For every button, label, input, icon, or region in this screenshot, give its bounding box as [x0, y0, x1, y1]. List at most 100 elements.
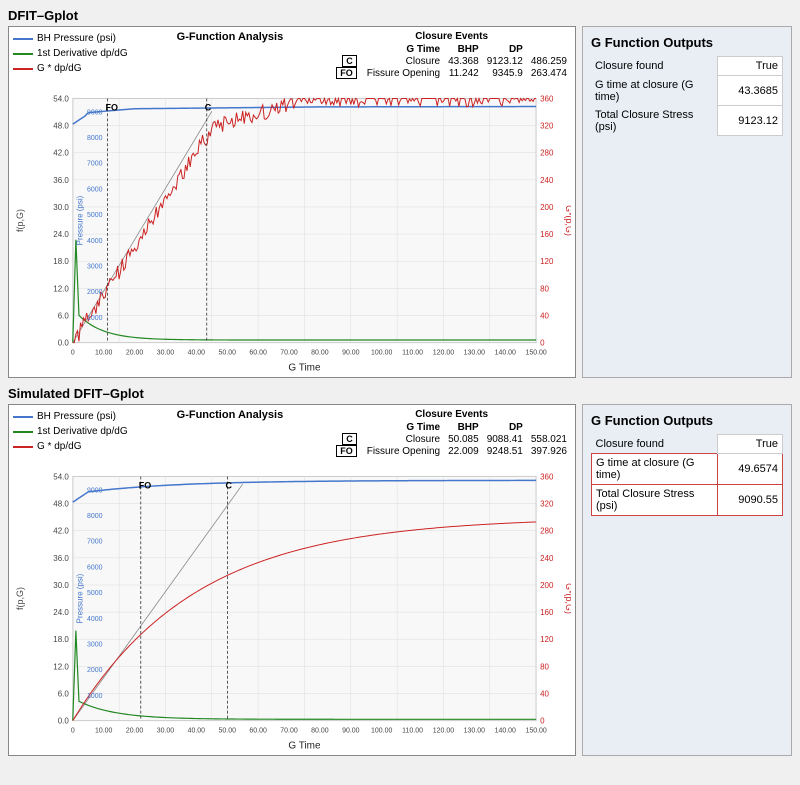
legend-area: BH Pressure (psi)1st Derivative dp/dGG *… [13, 409, 128, 454]
svg-text:f(p,G): f(p,G) [15, 209, 25, 232]
closure-row: FOFissure Opening11.2429345.9263.474 [332, 67, 571, 79]
svg-text:320: 320 [540, 500, 554, 509]
legend-color [13, 53, 33, 55]
svg-text:5000: 5000 [87, 590, 103, 597]
svg-text:36.0: 36.0 [53, 176, 69, 185]
legend-label: G * dp/dG [37, 439, 81, 454]
chart-svg: 497144FOC0.06.012.018.024.030.036.042.04… [13, 461, 571, 751]
legend-label: 1st Derivative dp/dG [37, 424, 128, 439]
svg-text:12.0: 12.0 [53, 284, 69, 293]
svg-text:7000: 7000 [87, 539, 103, 546]
svg-text:40: 40 [540, 689, 549, 698]
closure-row: CClosure43.3689123.12486.259 [332, 55, 571, 67]
svg-text:240: 240 [540, 554, 554, 563]
svg-text:5000: 5000 [87, 212, 103, 219]
closure-table: G TimeBHPDPCClosure43.3689123.12486.259F… [332, 44, 571, 79]
svg-text:48.0: 48.0 [53, 500, 69, 509]
output-row: Closure foundTrue [592, 435, 783, 454]
legend-item: 1st Derivative dp/dG [13, 424, 128, 439]
outputs-panel-dfit: G Function Outputs Closure foundTrueG tim… [582, 26, 792, 378]
svg-text:160: 160 [540, 608, 554, 617]
closure-row: CClosure50.0859088.41558.021 [332, 433, 571, 445]
svg-text:f(p,G): f(p,G) [15, 587, 25, 610]
output-label: G time at closure (G time) [591, 76, 718, 106]
legend-area: BH Pressure (psi)1st Derivative dp/dGG *… [13, 31, 128, 76]
svg-text:9000: 9000 [87, 109, 103, 116]
output-row: Total Closure Stress (psi)9123.12 [591, 106, 783, 136]
svg-text:48.0: 48.0 [53, 122, 69, 131]
svg-text:40: 40 [540, 311, 549, 320]
svg-text:42.0: 42.0 [53, 527, 69, 536]
chart-center-title: G-Function Analysis [128, 409, 333, 421]
svg-text:80.00: 80.00 [311, 350, 329, 357]
svg-text:140.00: 140.00 [495, 728, 516, 735]
svg-text:40.00: 40.00 [188, 350, 206, 357]
output-row: G time at closure (G time)43.3685 [591, 76, 783, 106]
svg-text:150.00: 150.00 [525, 728, 546, 735]
svg-text:280: 280 [540, 527, 554, 536]
svg-text:80: 80 [540, 284, 549, 293]
svg-text:Pressure (psi): Pressure (psi) [76, 195, 85, 245]
svg-text:2000: 2000 [87, 667, 103, 674]
svg-text:280: 280 [540, 149, 554, 158]
svg-text:0.0: 0.0 [58, 717, 70, 726]
outputs-panel-simulated: G Function Outputs Closure foundTrueG tim… [582, 404, 792, 756]
legend-label: BH Pressure (psi) [37, 31, 116, 46]
chart-header: BH Pressure (psi)1st Derivative dp/dGG *… [13, 31, 571, 79]
outputs-table: Closure foundTrueG time at closure (G ti… [591, 434, 783, 516]
svg-text:30.00: 30.00 [157, 350, 175, 357]
svg-text:40.00: 40.00 [188, 728, 206, 735]
svg-text:0: 0 [540, 339, 545, 348]
svg-text:70.00: 70.00 [280, 350, 298, 357]
g-function-outputs-title: G Function Outputs [591, 413, 783, 428]
svg-text:18.0: 18.0 [53, 257, 69, 266]
svg-text:120.00: 120.00 [433, 350, 454, 357]
svg-text:3000: 3000 [87, 641, 103, 648]
svg-text:3000: 3000 [87, 263, 103, 270]
svg-text:C: C [205, 102, 212, 112]
output-label: Total Closure Stress (psi) [591, 106, 718, 136]
svg-text:8000: 8000 [87, 513, 103, 520]
svg-text:C: C [226, 480, 233, 490]
chart-panel-dfit: BH Pressure (psi)1st Derivative dp/dGG *… [8, 26, 576, 378]
output-label: Closure found [592, 435, 718, 454]
svg-text:130.00: 130.00 [464, 350, 485, 357]
svg-text:60.00: 60.00 [249, 350, 267, 357]
main-container: DFIT–GplotBH Pressure (psi)1st Derivativ… [0, 0, 800, 764]
g-function-outputs-title: G Function Outputs [591, 35, 783, 50]
svg-text:70.00: 70.00 [280, 728, 298, 735]
chart-title: G-Function Analysis [128, 31, 333, 43]
legend-item: G * dp/dG [13, 61, 128, 76]
outputs-table: Closure foundTrueG time at closure (G ti… [591, 56, 783, 136]
section-title-dfit: DFIT–Gplot [8, 8, 792, 23]
legend-color [13, 446, 33, 448]
legend-label: 1st Derivative dp/dG [37, 46, 128, 61]
output-value: 9123.12 [718, 106, 783, 136]
svg-text:0: 0 [540, 717, 545, 726]
svg-text:30.00: 30.00 [157, 728, 175, 735]
svg-text:200: 200 [540, 581, 554, 590]
svg-text:18.0: 18.0 [53, 635, 69, 644]
closure-table: G TimeBHPDPCClosure50.0859088.41558.021F… [332, 422, 571, 457]
svg-text:6.0: 6.0 [58, 689, 70, 698]
svg-text:G Time: G Time [288, 362, 321, 373]
svg-text:Pressure (psi): Pressure (psi) [76, 573, 85, 623]
output-value: True [718, 435, 783, 454]
output-value: 9090.55 [718, 485, 783, 516]
svg-text:130.00: 130.00 [464, 728, 485, 735]
svg-text:8000: 8000 [87, 135, 103, 142]
svg-text:4000: 4000 [87, 616, 103, 623]
closure-events-title: Closure Events [332, 31, 571, 42]
svg-text:120: 120 [540, 635, 554, 644]
svg-text:FO: FO [139, 480, 151, 490]
output-value: 49.6574 [718, 454, 783, 485]
svg-text:140.00: 140.00 [495, 350, 516, 357]
svg-text:6.0: 6.0 [58, 311, 70, 320]
svg-text:9000: 9000 [87, 487, 103, 494]
svg-text:110.00: 110.00 [402, 350, 423, 357]
svg-text:120: 120 [540, 257, 554, 266]
legend-color [13, 38, 33, 40]
legend-color [13, 68, 33, 70]
svg-text:80.00: 80.00 [311, 728, 329, 735]
output-row: Total Closure Stress (psi)9090.55 [592, 485, 783, 516]
